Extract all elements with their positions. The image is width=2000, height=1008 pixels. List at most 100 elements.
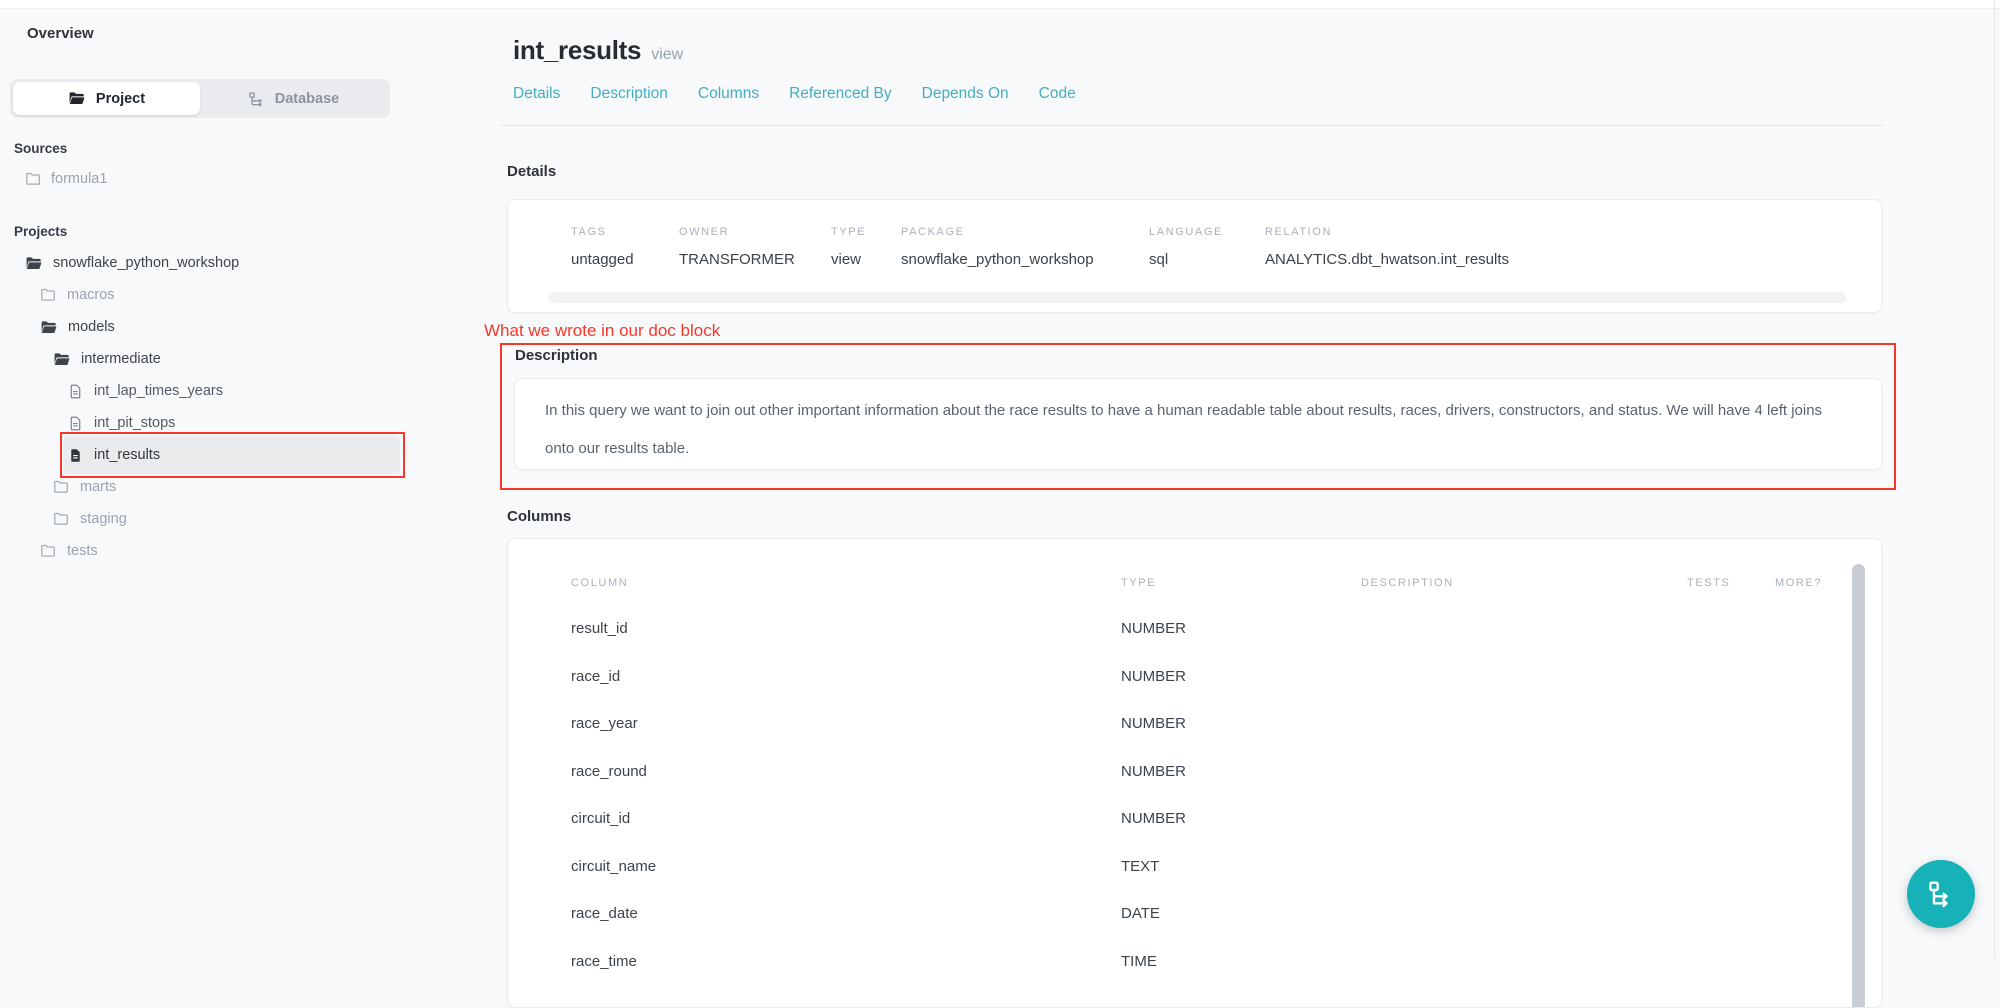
tree-item-label: macros xyxy=(67,287,115,303)
field-tags: TAGS untagged xyxy=(571,226,679,268)
folder-closed-icon xyxy=(40,543,56,559)
field-label: RELATION xyxy=(1265,226,1509,238)
folder-closed-icon xyxy=(25,171,41,187)
tree-item-label: intermediate xyxy=(81,351,161,367)
columns-vertical-scrollbar[interactable] xyxy=(1852,564,1865,1008)
view-toggle-group: Project Database xyxy=(10,79,390,118)
toggle-project-label: Project xyxy=(96,91,145,107)
project-tree: snowflake_python_workshop macros models … xyxy=(14,247,400,567)
field-language: LANGUAGE sql xyxy=(1149,226,1265,268)
tree-item-int-lap-times-years[interactable]: int_lap_times_years xyxy=(14,375,400,407)
columns-table-header: COLUMN TYPE DESCRIPTION TESTS MORE? xyxy=(571,577,1851,589)
sources-heading: Sources xyxy=(14,141,67,156)
column-type-cell: NUMBER xyxy=(1121,763,1361,780)
table-row[interactable]: race_time TIME xyxy=(571,938,1851,986)
table-row[interactable]: race_year NUMBER xyxy=(571,700,1851,748)
table-row[interactable]: race_id NUMBER xyxy=(571,653,1851,701)
file-icon xyxy=(68,416,83,431)
tab-description[interactable]: Description xyxy=(590,85,668,103)
details-horizontal-scrollbar[interactable] xyxy=(548,292,1846,303)
folder-open-icon xyxy=(68,90,85,107)
column-name-cell: race_time xyxy=(571,953,1121,970)
header-column: COLUMN xyxy=(571,577,1121,589)
lineage-graph-fab[interactable] xyxy=(1907,860,1975,928)
source-item-label: formula1 xyxy=(51,171,107,187)
table-row[interactable]: result_id NUMBER xyxy=(571,605,1851,653)
description-card: In this query we want to join out other … xyxy=(514,378,1882,470)
folder-closed-icon xyxy=(53,511,69,527)
column-name-cell: race_round xyxy=(571,763,1121,780)
folder-open-icon xyxy=(40,319,57,336)
folder-open-icon xyxy=(25,255,42,272)
tab-depends-on[interactable]: Depends On xyxy=(922,85,1009,103)
tree-item-label: snowflake_python_workshop xyxy=(53,255,239,271)
toggle-database-label: Database xyxy=(275,91,339,107)
header-more: MORE? xyxy=(1775,577,1851,589)
materialization-badge: view xyxy=(651,46,683,63)
toggle-database-button[interactable]: Database xyxy=(200,82,387,115)
tree-item-label: int_lap_times_years xyxy=(94,383,223,399)
tree-item-int-results[interactable]: int_results xyxy=(14,439,400,471)
details-card: TAGS untagged OWNER TRANSFORMER TYPE vie… xyxy=(507,199,1882,313)
tree-item-label: tests xyxy=(67,543,98,559)
details-fields: TAGS untagged OWNER TRANSFORMER TYPE vie… xyxy=(508,200,1881,268)
tree-item-snowflake-python-workshop[interactable]: snowflake_python_workshop xyxy=(14,247,400,279)
details-section-heading: Details xyxy=(507,163,556,180)
field-value: sql xyxy=(1149,251,1265,268)
tabs-divider xyxy=(500,125,1884,126)
folder-open-icon xyxy=(53,351,70,368)
tree-item-staging[interactable]: staging xyxy=(14,503,400,535)
header-type: TYPE xyxy=(1121,577,1361,589)
lineage-graph-icon xyxy=(1925,878,1957,910)
file-icon xyxy=(68,384,83,399)
field-value: view xyxy=(831,251,901,268)
field-label: TYPE xyxy=(831,226,901,238)
tree-item-tests[interactable]: tests xyxy=(14,535,400,567)
table-row[interactable]: circuit_id NUMBER xyxy=(571,795,1851,843)
tab-details[interactable]: Details xyxy=(513,85,560,103)
sidebar: Overview Project Database Sources formul… xyxy=(0,0,430,959)
tab-code[interactable]: Code xyxy=(1039,85,1076,103)
column-type-cell: DATE xyxy=(1121,905,1361,922)
column-type-cell: TEXT xyxy=(1121,858,1361,875)
tree-item-label: int_results xyxy=(94,447,160,463)
column-type-cell: NUMBER xyxy=(1121,810,1361,827)
field-label: PACKAGE xyxy=(901,226,1149,238)
tree-item-int-pit-stops[interactable]: int_pit_stops xyxy=(14,407,400,439)
tree-item-label: staging xyxy=(80,511,127,527)
field-label: TAGS xyxy=(571,226,679,238)
viewport-edge-line xyxy=(1994,0,1995,959)
column-type-cell: NUMBER xyxy=(1121,715,1361,732)
columns-table-body: result_id NUMBER race_id NUMBER race_yea… xyxy=(571,605,1851,985)
page-title: int_resultsview xyxy=(513,35,683,66)
field-label: LANGUAGE xyxy=(1149,226,1265,238)
tab-bar: Details Description Columns Referenced B… xyxy=(513,85,1076,103)
tree-item-models[interactable]: models xyxy=(14,311,400,343)
field-value: snowflake_python_workshop xyxy=(901,251,1149,268)
tree-item-label: int_pit_stops xyxy=(94,415,175,431)
column-name-cell: result_id xyxy=(571,620,1121,637)
header-description: DESCRIPTION xyxy=(1361,577,1687,589)
table-row[interactable]: circuit_name TEXT xyxy=(571,843,1851,891)
tab-columns[interactable]: Columns xyxy=(698,85,759,103)
field-owner: OWNER TRANSFORMER xyxy=(679,226,831,268)
column-type-cell: NUMBER xyxy=(1121,668,1361,685)
table-row[interactable]: race_round NUMBER xyxy=(571,748,1851,796)
toggle-project-button[interactable]: Project xyxy=(13,82,200,115)
field-value: untagged xyxy=(571,251,679,268)
source-item-formula1[interactable]: formula1 xyxy=(14,165,400,193)
header-tests: TESTS xyxy=(1687,577,1775,589)
field-type: TYPE view xyxy=(831,226,901,268)
field-package: PACKAGE snowflake_python_workshop xyxy=(901,226,1149,268)
column-type-cell: NUMBER xyxy=(1121,620,1361,637)
table-row[interactable]: race_date DATE xyxy=(571,890,1851,938)
folder-closed-icon xyxy=(40,287,56,303)
tree-item-marts[interactable]: marts xyxy=(14,471,400,503)
column-name-cell: race_date xyxy=(571,905,1121,922)
tree-item-intermediate[interactable]: intermediate xyxy=(14,343,400,375)
annotation-text: What we wrote in our doc block xyxy=(484,321,720,341)
column-type-cell: TIME xyxy=(1121,953,1361,970)
tab-referenced-by[interactable]: Referenced By xyxy=(789,85,892,103)
projects-heading: Projects xyxy=(14,224,67,239)
tree-item-macros[interactable]: macros xyxy=(14,279,400,311)
